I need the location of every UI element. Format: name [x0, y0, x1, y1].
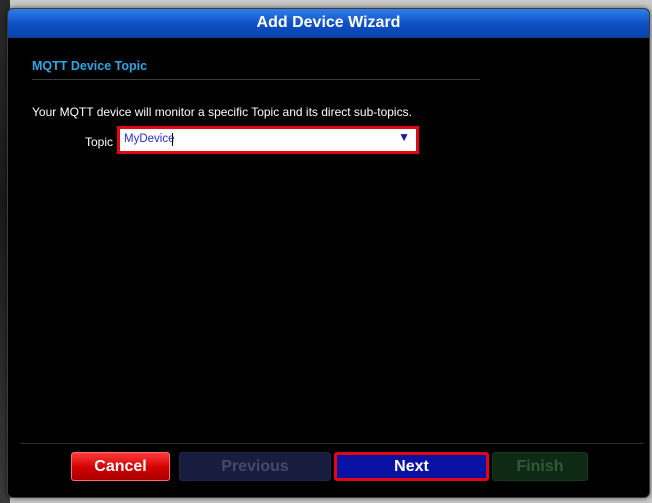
section-title: MQTT Device Topic: [32, 59, 148, 73]
previous-button[interactable]: Previous: [179, 452, 331, 481]
finish-button[interactable]: Finish: [492, 452, 588, 481]
wizard-footer: Cancel Previous Next Finish: [8, 444, 649, 497]
next-button[interactable]: Next: [334, 452, 489, 481]
section-description: Your MQTT device will monitor a specific…: [32, 105, 412, 119]
topic-label: Topic: [85, 135, 114, 149]
topic-dropdown[interactable]: MyDevice ▼: [117, 126, 419, 154]
add-device-wizard-dialog: Add Device Wizard MQTT Device Topic Your…: [7, 8, 650, 498]
chevron-down-icon[interactable]: ▼: [398, 130, 410, 144]
dialog-title: Add Device Wizard: [8, 9, 649, 38]
cancel-button[interactable]: Cancel: [71, 452, 170, 481]
text-cursor: [172, 133, 173, 146]
topic-value[interactable]: MyDevice: [124, 133, 174, 145]
section-divider: [32, 79, 480, 80]
wizard-content: MQTT Device Topic Your MQTT device will …: [8, 38, 649, 443]
